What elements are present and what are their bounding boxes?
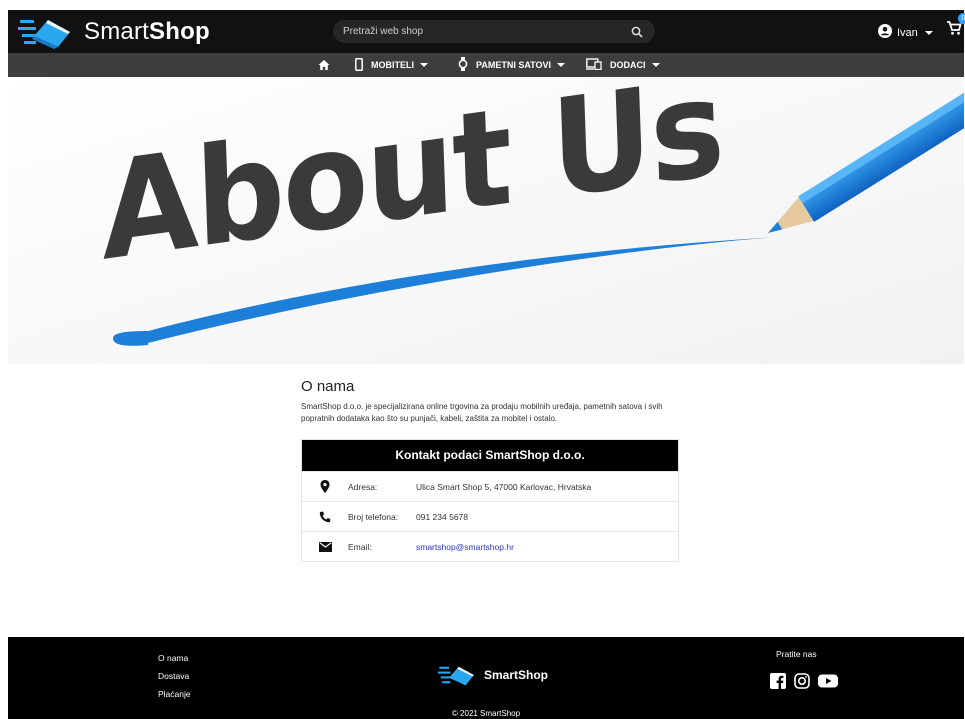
instagram-icon[interactable]: [794, 673, 810, 694]
logo-icon: [438, 666, 474, 686]
account-circle-icon: [878, 24, 892, 41]
contact-row-address: Adresa: Ulica Smart Shop 5, 47000 Karlov…: [302, 471, 678, 501]
nav-item-label: PAMETNI SATOVI: [476, 60, 552, 70]
footer-link-dostava[interactable]: Dostava: [158, 667, 191, 685]
follow-title: Pratite nas: [776, 649, 817, 659]
footer-link-placanje[interactable]: Plaćanje: [158, 685, 191, 703]
smartphone-icon: [355, 57, 363, 73]
contact-label: Adresa:: [348, 481, 378, 492]
about-text: SmartShop d.o.o. je specijalizirana onli…: [301, 402, 663, 423]
contact-row-phone: Broj telefona: 091 234 5678: [302, 501, 678, 531]
footer-brand: SmartShop: [484, 668, 549, 682]
mail-icon: [302, 541, 348, 552]
chevron-down-icon: [651, 63, 660, 67]
user-name: Ivan: [897, 26, 918, 39]
contact-label: Email:: [348, 541, 372, 552]
about-section: O nama SmartShop d.o.o. je specijalizira…: [301, 378, 680, 425]
nav-item-label: DODACI: [610, 60, 646, 70]
copyright: © 2021 SmartShop: [451, 709, 521, 718]
hero-banner: About Us: [8, 77, 964, 364]
home-icon[interactable]: [318, 58, 330, 76]
phone-icon: [302, 511, 348, 523]
contact-table-title: Kontakt podaci SmartShop d.o.o.: [302, 440, 678, 471]
brand-name: SmartShop: [84, 18, 210, 46]
brand-regular: Smart: [84, 18, 150, 45]
contact-row-email: Email: smartshop@smartshop.hr: [302, 531, 678, 561]
user-menu[interactable]: Ivan: [878, 24, 933, 41]
contact-table: Kontakt podaci SmartShop d.o.o. Adresa: …: [301, 439, 679, 562]
cart-count-badge: 0: [958, 13, 965, 24]
facebook-icon[interactable]: [770, 673, 786, 694]
main-nav: MOBITELI PAMETNI SATOVI DODACI: [8, 53, 964, 77]
social-links: [770, 673, 838, 694]
nav-item-label: MOBITELI: [371, 60, 414, 70]
search-bar: [333, 20, 655, 43]
footer: O nama Dostava Plaćanje SmartShop © 2021…: [8, 637, 964, 719]
footer-logo[interactable]: SmartShop: [438, 662, 548, 688]
brand-bold: Shop: [149, 18, 210, 45]
chevron-down-icon: [924, 30, 933, 35]
footer-link-o-nama[interactable]: O nama: [158, 649, 191, 667]
cart-button[interactable]: 0: [946, 13, 965, 41]
search-icon[interactable]: [631, 25, 643, 43]
contact-label: Broj telefona:: [348, 511, 399, 522]
chevron-down-icon: [420, 63, 428, 67]
contact-value: 091 234 5678: [416, 511, 468, 522]
chevron-down-icon: [557, 63, 566, 67]
nav-item-mobiteli[interactable]: MOBITELI: [355, 53, 428, 77]
about-title: O nama: [301, 378, 355, 395]
contact-value: Ulica Smart Shop 5, 47000 Karlovac, Hrva…: [416, 481, 592, 492]
footer-links: O nama Dostava Plaćanje: [158, 649, 191, 703]
about-us-banner-image: About Us: [8, 77, 964, 364]
email-link[interactable]: smartshop@smartshop.hr: [416, 542, 514, 552]
logo-icon: [18, 20, 70, 49]
search-input[interactable]: [343, 26, 613, 37]
youtube-icon[interactable]: [818, 673, 838, 694]
devices-icon: [586, 58, 602, 72]
watch-icon: [458, 57, 468, 73]
top-header: SmartShop Ivan 0: [8, 10, 965, 53]
contact-value: smartshop@smartshop.hr: [416, 542, 678, 552]
nav-item-dodaci[interactable]: DODACI: [586, 53, 660, 77]
logo[interactable]: SmartShop: [18, 14, 210, 50]
nav-item-pametni-satovi[interactable]: PAMETNI SATOVI: [458, 53, 566, 77]
location-pin-icon: [302, 480, 348, 493]
